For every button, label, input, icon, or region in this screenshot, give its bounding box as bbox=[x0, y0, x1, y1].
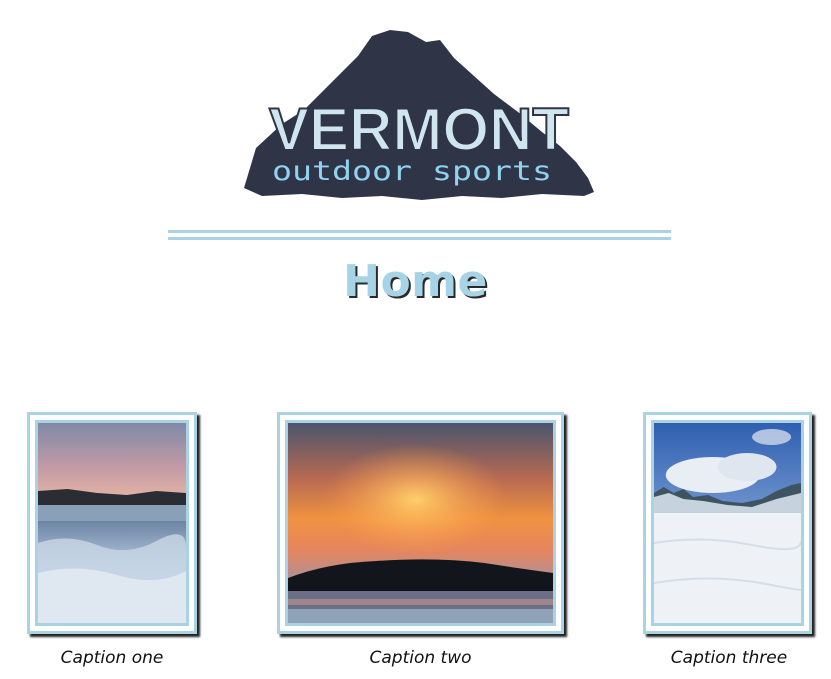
divider-top bbox=[168, 230, 671, 233]
gallery-frame-two[interactable] bbox=[277, 412, 564, 634]
photo-frozen-lake-dusk bbox=[35, 420, 189, 626]
caption-three: Caption three bbox=[670, 648, 788, 668]
caption-two: Caption two bbox=[369, 648, 472, 668]
photo-snowy-field bbox=[651, 420, 804, 626]
logo-tagline: outdoor sports bbox=[272, 156, 552, 187]
site-logo[interactable]: VERMONT outdoor sports bbox=[242, 28, 596, 202]
gallery-frame-three[interactable] bbox=[643, 412, 812, 634]
caption-one: Caption one bbox=[60, 648, 164, 668]
photo-lake-sunset bbox=[285, 420, 556, 626]
page-title: Home bbox=[343, 256, 488, 307]
gallery-frame-one[interactable] bbox=[27, 412, 197, 634]
logo-wordmark: VERMONT bbox=[269, 96, 569, 163]
divider-bottom bbox=[168, 237, 671, 240]
